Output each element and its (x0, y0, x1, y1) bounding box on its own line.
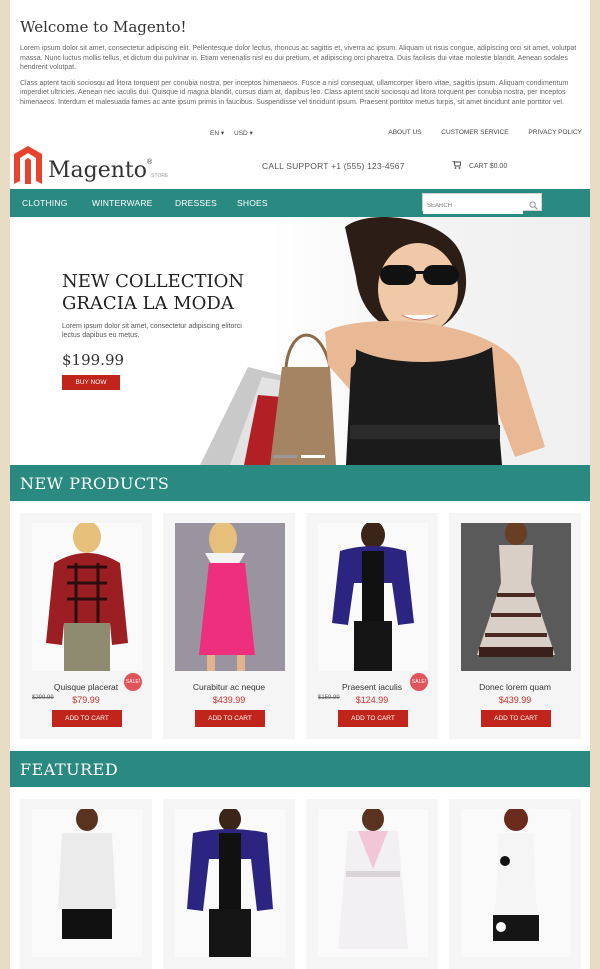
product-price: $439.99 (212, 695, 246, 705)
product-name[interactable]: Donec lorem quam (449, 682, 581, 692)
nav-item-shoes[interactable]: SHOES (237, 198, 268, 208)
cart-icon (452, 160, 463, 170)
product-image[interactable] (318, 809, 428, 957)
product-image[interactable] (461, 523, 571, 671)
link-about-us[interactable]: ABOUT US (388, 129, 421, 136)
sale-badge: SALE! (410, 673, 428, 691)
nav-item-clothing[interactable]: CLOTHING (22, 198, 68, 208)
banner-title-line-1: NEW COLLECTION (62, 271, 245, 292)
product-card[interactable]: Praesent iaculis SALE! $159.99 $124.99 A… (306, 513, 438, 739)
new-products-header: NEW PRODUCTS (10, 465, 590, 501)
product-price: $124.99 (355, 695, 389, 705)
link-customer-service[interactable]: CUSTOMER SERVICE (441, 129, 508, 136)
welcome-title: Welcome to Magento! (20, 18, 187, 36)
language-value: EN (210, 130, 220, 137)
banner-description: Lorem ipsum dolor sit amet, consectetur … (62, 323, 242, 339)
cart-label: CART $0.00 (468, 163, 508, 170)
product-image[interactable] (32, 523, 142, 671)
product-card[interactable]: Quisque placerat SALE! $299.99 $79.99 AD… (20, 513, 152, 739)
product-price: $79.99 (72, 695, 100, 705)
product-price: $439.99 (498, 695, 532, 705)
banner-price: $199.99 (62, 351, 125, 369)
featured-title: FEATURED (20, 760, 119, 779)
registered-mark: ® (147, 159, 153, 166)
top-links: ABOUT US CUSTOMER SERVICE PRIVACY POLICY (370, 129, 582, 136)
search-icon[interactable] (529, 197, 538, 215)
product-image[interactable] (175, 523, 285, 671)
slider-dot[interactable] (273, 455, 297, 458)
call-support: CALL SUPPORT +1 (555) 123-4567 (262, 161, 405, 171)
add-to-cart-button[interactable]: ADD TO CART (195, 710, 265, 727)
nav-item-winterware[interactable]: WINTERWARE (92, 198, 153, 208)
search-box (422, 193, 542, 214)
product-name[interactable]: Curabitur ac neque (163, 682, 295, 692)
product-card[interactable]: Donec lorem quam $439.99 ADD TO CART (449, 513, 581, 739)
new-products-title: NEW PRODUCTS (20, 474, 170, 493)
language-selector[interactable]: EN ▾ (210, 129, 224, 137)
currency-selector[interactable]: USD ▾ (234, 129, 253, 137)
magento-logo-icon (14, 146, 42, 184)
brand-bar: Magento ® STORE CALL SUPPORT +1 (555) 12… (10, 141, 590, 189)
model-with-shopping-bags-image (200, 217, 545, 465)
product-card[interactable] (20, 799, 152, 969)
featured-header: FEATURED (10, 751, 590, 787)
sale-badge: SALE! (124, 673, 142, 691)
nav-item-dresses[interactable]: DRESSES (175, 198, 217, 208)
product-image[interactable] (32, 809, 142, 957)
banner-title-line-2: GRACIA LA MODA (62, 293, 234, 314)
slider-dots (273, 455, 325, 458)
welcome-paragraph-1: Lorem ipsum dolor sit amet, consectetur … (20, 45, 577, 71)
chevron-down-icon: ▾ (249, 130, 253, 137)
new-products-grid: Quisque placerat SALE! $299.99 $79.99 AD… (10, 501, 590, 751)
cart-link[interactable]: CART $0.00 (452, 160, 508, 170)
product-card[interactable] (449, 799, 581, 969)
add-to-cart-button[interactable]: ADD TO CART (338, 710, 408, 727)
buy-now-button[interactable]: BUY NOW (62, 375, 120, 390)
product-card[interactable] (163, 799, 295, 969)
product-image[interactable] (175, 809, 285, 957)
product-card[interactable]: Curabitur ac neque $439.99 ADD TO CART (163, 513, 295, 739)
main-nav: CLOTHING WINTERWARE DRESSES SHOES (10, 189, 590, 217)
store-logo[interactable]: Magento ® STORE (14, 146, 168, 184)
logo-text: Magento (48, 158, 147, 183)
slider-dot-active[interactable] (301, 455, 325, 458)
logo-subtext: STORE (151, 173, 169, 179)
hero-banner[interactable]: NEW COLLECTION GRACIA LA MODA Lorem ipsu… (10, 217, 590, 465)
search-input[interactable] (423, 198, 523, 214)
page: Welcome to Magento! Lorem ipsum dolor si… (10, 0, 590, 969)
banner-title: NEW COLLECTION GRACIA LA MODA (62, 271, 262, 315)
add-to-cart-button[interactable]: ADD TO CART (52, 710, 122, 727)
chevron-down-icon: ▾ (220, 130, 225, 137)
top-bar: EN ▾ USD ▾ ABOUT US CUSTOMER SERVICE PRI… (10, 119, 590, 141)
welcome-paragraph-2: Class aptent taciti sociosqu ad litora t… (20, 79, 569, 106)
link-privacy-policy[interactable]: PRIVACY POLICY (528, 129, 582, 136)
currency-value: USD (234, 130, 248, 137)
add-to-cart-button[interactable]: ADD TO CART (481, 710, 551, 727)
product-image[interactable] (318, 523, 428, 671)
product-image[interactable] (461, 809, 571, 957)
welcome-block: Welcome to Magento! Lorem ipsum dolor si… (10, 0, 590, 119)
product-card[interactable] (306, 799, 438, 969)
featured-grid (10, 787, 590, 969)
